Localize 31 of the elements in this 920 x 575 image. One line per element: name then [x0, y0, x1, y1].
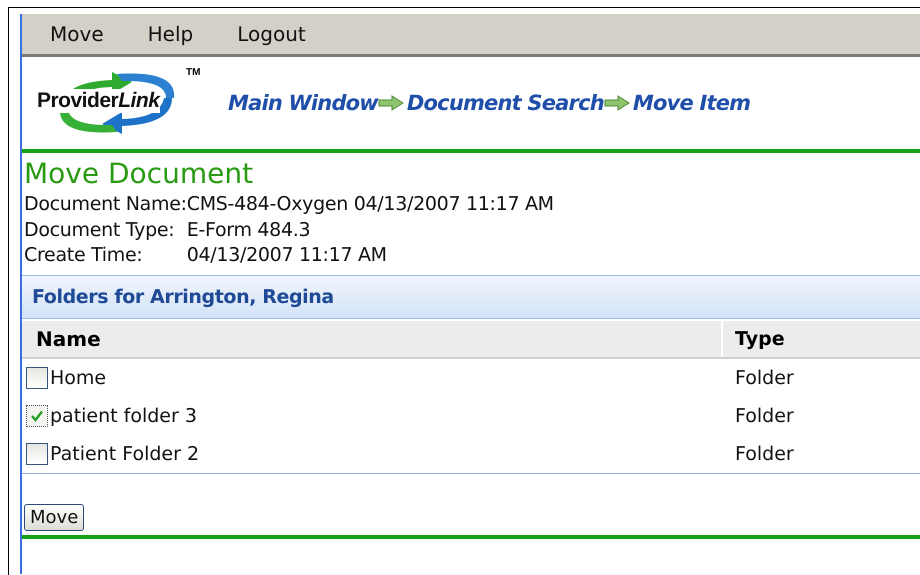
breadcrumb-link[interactable]: Document Search — [406, 91, 604, 115]
checkmark-icon — [30, 408, 44, 422]
checkbox[interactable] — [26, 404, 48, 426]
checkbox[interactable] — [26, 366, 48, 388]
detail-label: Create Time: — [24, 243, 144, 268]
right-arrow-icon — [604, 95, 630, 111]
trademark-mark: TM — [186, 67, 200, 78]
detail-label: Document Type: — [24, 218, 176, 242]
table-cell-text: Folder — [734, 442, 795, 464]
folder-name: patient folder 3 — [50, 404, 197, 426]
panel-title: Folders for Arrington, Regina — [32, 286, 334, 308]
table-cell-text: Folder — [734, 404, 795, 426]
breadcrumb-link[interactable]: Move Item — [632, 91, 750, 115]
menu-item[interactable]: Help — [148, 22, 194, 46]
folder-name: Home — [50, 366, 106, 388]
page-title: Move Document — [24, 157, 254, 190]
detail-value: E-Form 484.3 — [186, 218, 312, 242]
detail-value: CMS-484-Oxygen 04/13/2007 11:17 AM — [186, 192, 555, 217]
right-arrow-icon — [378, 95, 404, 111]
table-cell-text: Folder — [734, 366, 795, 388]
checkbox[interactable] — [26, 442, 48, 464]
column-header: Type — [721, 320, 920, 356]
breadcrumb-link[interactable]: Main Window — [228, 91, 378, 115]
logo-text: ProviderLink — [36, 89, 160, 113]
folder-name: Patient Folder 2 — [50, 442, 200, 464]
detail-label: Document Name: — [24, 192, 187, 217]
menu-item[interactable]: Logout — [237, 22, 306, 46]
menu-item[interactable]: Move — [50, 22, 104, 46]
column-header: Name — [35, 326, 102, 350]
detail-value: 04/13/2007 11:17 AM — [186, 243, 388, 268]
move-button[interactable]: Move — [24, 504, 84, 530]
